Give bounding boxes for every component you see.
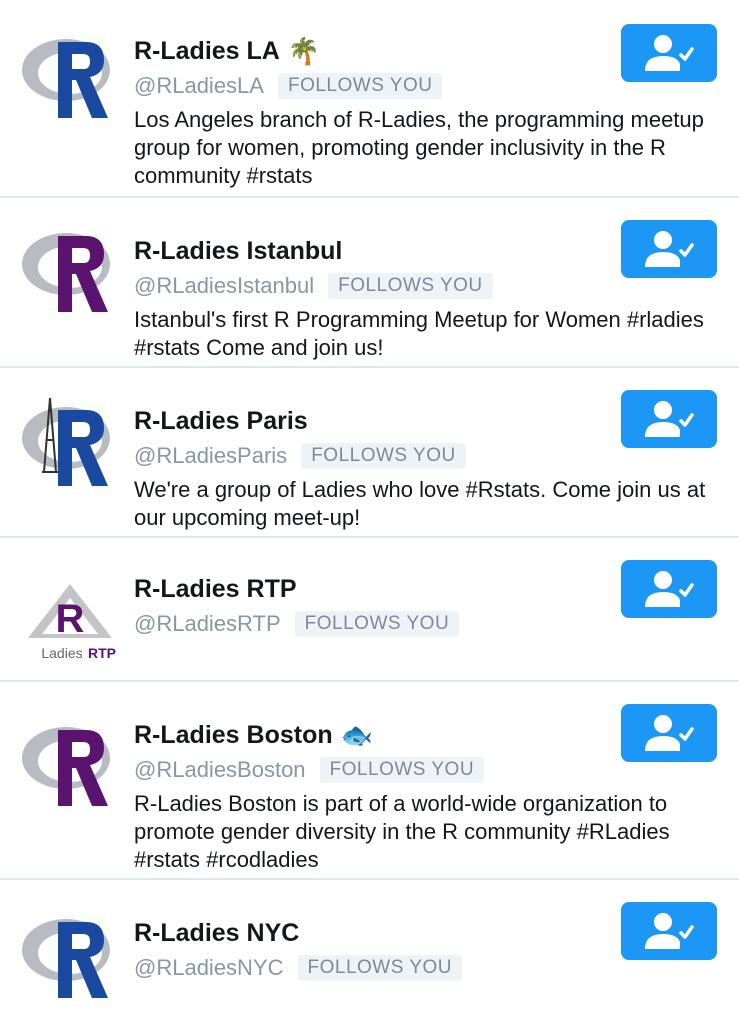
following-button[interactable] [621, 220, 717, 278]
user-check-icon [645, 571, 694, 607]
account-handle: @RLadiesParis [134, 443, 288, 468]
follows-you-badge: FOLLOWS YOU [328, 273, 493, 299]
account-bio: Los Angeles branch of R-Ladies, the prog… [134, 107, 704, 188]
palm-tree-icon: 🌴 [287, 36, 321, 66]
follows-you-badge: FOLLOWS YOU [294, 611, 460, 637]
following-button[interactable] [621, 902, 717, 960]
account-bio: R-Ladies Boston is part of a world-wide … [134, 791, 670, 872]
svg-text:Ladies: Ladies [41, 645, 82, 661]
following-button[interactable] [621, 24, 717, 82]
user-check-icon [645, 401, 694, 437]
follows-you-badge: FOLLOWS YOU [297, 955, 463, 981]
list-item[interactable]: R-Ladies Istanbul @RLadiesIstanbul FOLLO… [0, 198, 739, 368]
account-handle: @RLadiesRTP [134, 611, 281, 636]
list-item[interactable]: R-Ladies Paris @RLadiesParis FOLLOWS YOU… [0, 368, 739, 538]
r-logo-avatar[interactable] [20, 22, 120, 122]
svg-text:R: R [56, 597, 85, 641]
follows-you-badge: FOLLOWS YOU [277, 73, 443, 99]
account-bio: Istanbul's first R Programming Meetup fo… [134, 307, 704, 360]
list-item[interactable]: R Ladies RTP R-Ladies RTP @RLadiesRTP FO… [0, 538, 739, 682]
user-check-icon [645, 231, 694, 267]
user-check-icon [645, 715, 694, 751]
follows-you-badge: FOLLOWS YOU [301, 443, 466, 469]
account-handle: @RLadiesLA [134, 73, 264, 98]
fish-icon: 🐟 [340, 720, 373, 750]
follows-you-badge: FOLLOWS YOU [319, 757, 485, 783]
r-logo-avatar[interactable] [20, 902, 120, 1002]
list-item[interactable]: R-Ladies LA 🌴 @RLadiesLA FOLLOWS YOU Los… [0, 0, 739, 198]
list-item[interactable]: R-Ladies Boston 🐟 @RLadiesBoston FOLLOWS… [0, 682, 739, 880]
account-bio: We're a group of Ladies who love #Rstats… [134, 477, 706, 530]
r-logo-avatar[interactable] [20, 216, 120, 316]
user-check-icon [645, 35, 694, 71]
list-item[interactable]: R-Ladies NYC @RLadiesNYC FOLLOWS YOU [0, 880, 739, 1023]
following-button[interactable] [621, 390, 717, 448]
r-logo-eiffel-avatar[interactable] [20, 390, 120, 490]
r-logo-avatar[interactable] [20, 710, 120, 810]
rtp-logo-avatar[interactable]: R Ladies RTP [20, 566, 120, 666]
following-button[interactable] [621, 704, 717, 762]
following-button[interactable] [621, 560, 717, 618]
account-handle: @RLadiesNYC [134, 955, 284, 980]
account-handle: @RLadiesIstanbul [134, 273, 315, 298]
svg-text:RTP: RTP [88, 645, 116, 661]
user-check-icon [645, 913, 694, 949]
account-handle: @RLadiesBoston [134, 757, 306, 782]
